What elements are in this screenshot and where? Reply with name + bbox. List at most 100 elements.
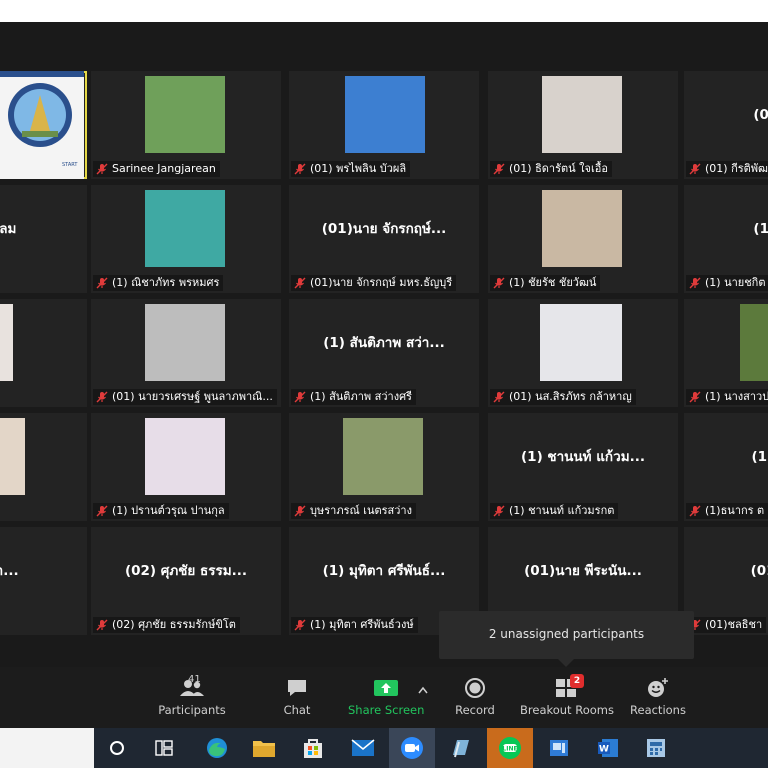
participant-tile[interactable]: แก้วยา [0, 413, 87, 521]
participant-name-label: (02) ศุภชัย ธรรมรักษ์ขิโต [112, 618, 236, 631]
tooltip-text: 2 unassigned participants [488, 627, 645, 641]
participant-name-tag: (01) กีรติพัฒ [686, 161, 768, 177]
file-explorer-icon[interactable] [241, 728, 287, 768]
participant-name-label: (01) นายวรเศรษฐ์ พูนลาภพาณิ... [112, 390, 273, 403]
app-icon[interactable] [536, 728, 582, 768]
participant-display-name: (01) กีร [753, 107, 768, 123]
line-icon[interactable]: LINE [487, 728, 533, 768]
participants-button[interactable]: 41 Participants [158, 674, 226, 717]
participant-tile[interactable]: (1) ณิชาภัทร พรหมศร [91, 185, 281, 293]
mail-icon[interactable] [340, 728, 386, 768]
participant-display-name: (1) ชานนท์ แก้วม... [521, 449, 645, 465]
participant-video-thumbnail [0, 418, 25, 495]
participant-name-label: (1) สันติภาพ สว่างศรี [310, 390, 412, 403]
chat-icon [272, 677, 322, 699]
share-screen-button[interactable]: Share Screen [348, 677, 424, 717]
participant-name-tag: (1) นางสาวป [686, 389, 768, 405]
participant-name-tag: Sarinee Jangjarean [93, 161, 220, 177]
participant-name-label: (1) ปรานต์วรุณ ปานกุล [112, 504, 225, 517]
edge-icon[interactable] [194, 728, 240, 768]
participant-tile[interactable]: (1) นาย (1) นายชกิต [684, 185, 768, 293]
participant-tile[interactable]: (01) กีร (01) กีรติพัฒ [684, 71, 768, 179]
participant-tile[interactable]: บุษราภรณ์ เนตรสว่าง [289, 413, 479, 521]
share-screen-label: Share Screen [348, 703, 425, 717]
participant-name-tag: (01) ธิดารัตน์ ใจเอื้อ [490, 161, 612, 177]
gallery-view: STARThong Sarinee Jangjarean (01) พรไพลิน … [0, 22, 768, 667]
participant-video-thumbnail [542, 190, 622, 267]
participant-video-thumbnail [145, 304, 225, 381]
participant-name-label: (1) ณิชาภัทร พรหมศร [112, 276, 220, 289]
participant-tile[interactable]: ทองกลมลม [0, 185, 87, 293]
participant-tile[interactable]: (02) ศุภชัย ธรรม... (02) ศุภชัย ธรรมรักษ์… [91, 527, 281, 635]
tooltip-arrow [558, 659, 574, 667]
participant-name-label: (1) ชัยรัช ชัยวัฒน์ [509, 276, 597, 289]
share-options-caret[interactable] [416, 683, 430, 697]
participant-name-tag: (01)ชลธิชา [686, 617, 767, 633]
reactions-button[interactable]: Reactions [628, 677, 688, 717]
muted-mic-icon [689, 163, 701, 175]
participant-name-tag: (1) ปรานต์วรุณ ปานกุล [93, 503, 229, 519]
breakout-rooms-button[interactable]: 2 Breakout Rooms [520, 674, 614, 717]
participant-tile[interactable]: ชร ชา...าลิโย [0, 527, 87, 635]
participant-tile[interactable]: (1) ปรานต์วรุณ ปานกุล [91, 413, 281, 521]
participant-name-label: (1) นายชกิต [705, 276, 766, 289]
participant-display-name: (1) นาย [753, 221, 768, 237]
muted-mic-icon [96, 391, 108, 403]
participant-name-tag: (01) นายวรเศรษฐ์ พูนลาภพาณิ... [93, 389, 277, 405]
participant-tile[interactable]: (1)ธนาก (1)ธนากร ต [684, 413, 768, 521]
muted-mic-icon [96, 163, 108, 175]
participant-tile[interactable]: (1) ชัยรัช ชัยวัฒน์ [488, 185, 678, 293]
breakout-badge: 2 [570, 674, 584, 688]
cortana-icon[interactable] [94, 728, 140, 768]
participant-video-thumbnail: START [0, 71, 84, 179]
participant-tile[interactable]: Sarinee Jangjarean [91, 71, 281, 179]
taskbar-search-box[interactable] [0, 728, 94, 768]
participant-name-tag: (1) นายชกิต [686, 275, 768, 291]
participant-tile[interactable]: (01) นายวรเศรษฐ์ พูนลาภพาณิ... [91, 299, 281, 407]
muted-mic-icon [493, 391, 505, 403]
participant-tile[interactable]: (01) พรไพลิน บัวผลิ [289, 71, 479, 179]
breakout-rooms-label: Breakout Rooms [520, 703, 614, 717]
participant-name-tag: (1) สันติภาพ สว่างศรี [291, 389, 416, 405]
participant-display-name: (02) ศุภชัย ธรรม... [124, 563, 248, 579]
svg-text:LINE: LINE [502, 746, 517, 753]
record-button[interactable]: Record [450, 677, 500, 717]
participant-tile[interactable]: (01)ชลธ (01)ชลธิชา [684, 527, 768, 635]
chat-label: Chat [283, 703, 311, 717]
notes-icon[interactable] [437, 728, 483, 768]
participant-video-thumbnail [145, 190, 225, 267]
participant-name-tag: (1) ชานนท์ แก้วมรกต [490, 503, 619, 519]
store-icon[interactable] [290, 728, 336, 768]
participant-tile[interactable]: ี เกตุพืช [0, 299, 87, 407]
participant-name-label: (01) พรไพลิน บัวผลิ [310, 162, 407, 175]
participants-label: Participants [158, 703, 226, 717]
participant-name-label: (1) ชานนท์ แก้วมรกต [509, 504, 615, 517]
meeting-toolbar: 41 Participants Chat Share Screen Record [0, 667, 768, 728]
word-icon[interactable]: W [585, 728, 631, 768]
participant-tile[interactable]: (1) นางสาวป [684, 299, 768, 407]
muted-mic-icon [689, 505, 701, 517]
participant-name-label: (1)ธนากร ต [705, 504, 765, 517]
participant-name-tag: (1)ธนากร ต [686, 503, 768, 519]
calculator-icon[interactable] [633, 728, 679, 768]
participant-tile[interactable]: STARThong [0, 71, 87, 179]
muted-mic-icon [96, 277, 108, 289]
muted-mic-icon [689, 277, 701, 289]
chat-button[interactable]: Chat [272, 677, 322, 717]
participant-video-thumbnail [145, 418, 225, 495]
participant-tile[interactable]: (1) ชานนท์ แก้วม... (1) ชานนท์ แก้วมรกต [488, 413, 678, 521]
muted-mic-icon [493, 277, 505, 289]
participant-tile[interactable]: (01) นส.สิรภัทร กล้าหาญ [488, 299, 678, 407]
zoom-icon[interactable] [389, 728, 435, 768]
participant-display-name: (1)ธนาก [751, 449, 768, 465]
svg-text:START: START [62, 162, 78, 168]
task-view-icon[interactable] [141, 728, 187, 768]
participant-name-label: (01)นาย จักรกฤษ์ มหร.ธัญบุรี [310, 276, 453, 289]
participant-name-label: (1) มุทิตา ศรีพันธ์วงษ์ [310, 618, 414, 631]
participant-video-thumbnail [0, 304, 13, 381]
participant-tile[interactable]: (1) สันติภาพ สว่า... (1) สันติภาพ สว่างศร… [289, 299, 479, 407]
participant-display-name: (01)นาย จักรกฤษ์... [321, 221, 447, 237]
top-white-bar [0, 0, 768, 22]
participant-tile[interactable]: (01)นาย จักรกฤษ์... (01)นาย จักรกฤษ์ มหร.… [289, 185, 479, 293]
participant-tile[interactable]: (01) ธิดารัตน์ ใจเอื้อ [488, 71, 678, 179]
